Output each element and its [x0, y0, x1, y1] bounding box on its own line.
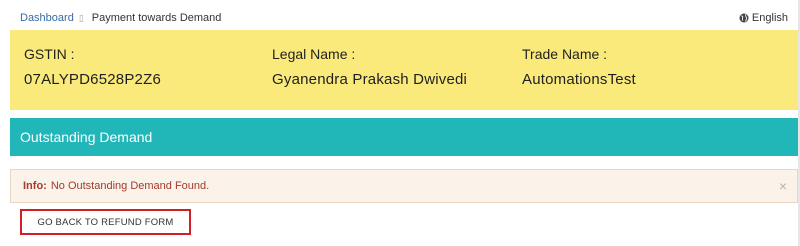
back-to-refund-form-button[interactable]: GO BACK TO REFUND FORM — [20, 209, 191, 235]
back-button-label: GO BACK TO REFUND FORM — [37, 216, 174, 228]
close-icon[interactable]: × — [779, 178, 787, 194]
taxpayer-info-panel: GSTIN : 07ALYPD6528P2Z6 Legal Name : Gya… — [10, 30, 800, 110]
legal-name-value: Gyanendra Prakash Dwivedi — [272, 71, 468, 88]
top-bar: Dashboard ▯ Payment towards Demand Engli… — [10, 6, 798, 30]
language-label: English — [751, 12, 788, 24]
language-selector[interactable]: English — [739, 12, 798, 24]
alert-message: No Outstanding Demand Found. — [50, 180, 210, 192]
breadcrumb-separator-icon: ▯ — [78, 12, 84, 23]
gstin-label: GSTIN : — [24, 46, 75, 62]
globe-icon — [739, 13, 749, 23]
breadcrumb: Dashboard ▯ Payment towards Demand — [10, 12, 221, 24]
section-title: Outstanding Demand — [10, 118, 798, 156]
legal-name-block: Legal Name : Gyanendra Prakash Dwivedi — [272, 46, 467, 88]
trade-name-value: AutomationsTest — [522, 71, 636, 88]
trade-name-label: Trade Name : — [522, 46, 608, 62]
gstin-block: GSTIN : 07ALYPD6528P2Z6 — [24, 46, 161, 88]
legal-name-label: Legal Name : — [272, 46, 356, 62]
info-alert: Info: No Outstanding Demand Found. × — [10, 169, 798, 203]
breadcrumb-dashboard-link[interactable]: Dashboard — [20, 12, 74, 24]
page: Dashboard ▯ Payment towards Demand Engli… — [0, 0, 800, 246]
breadcrumb-current: Payment towards Demand — [91, 12, 222, 24]
trade-name-block: Trade Name : AutomationsTest — [522, 46, 636, 88]
alert-prefix: Info: — [23, 180, 47, 192]
gstin-value: 07ALYPD6528P2Z6 — [24, 71, 161, 88]
